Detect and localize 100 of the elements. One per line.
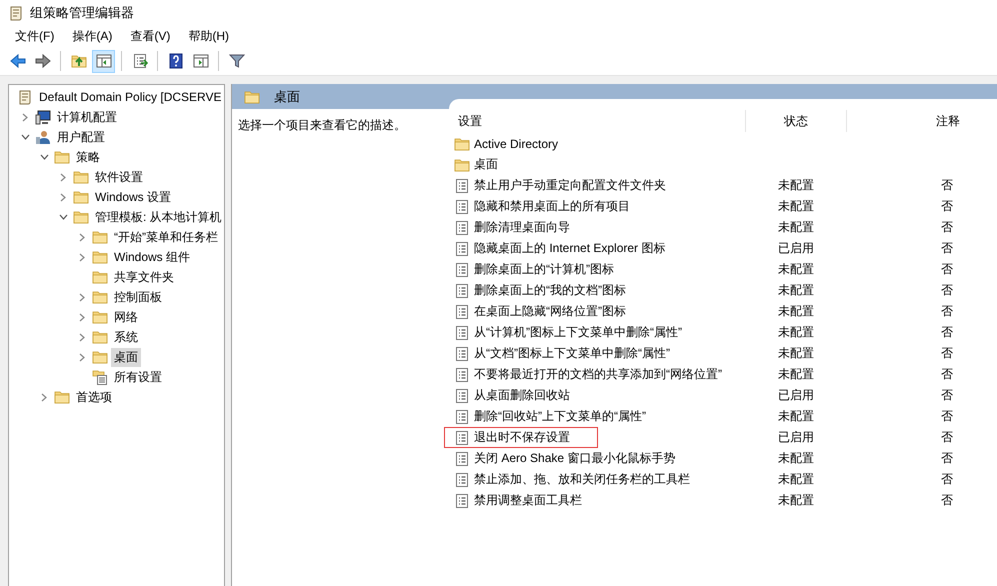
document-icon (454, 178, 470, 194)
document-icon (454, 492, 470, 508)
setting-comment: 否 (941, 493, 953, 507)
back-arrow-icon (10, 53, 26, 69)
folder-icon (454, 156, 470, 172)
chevron-down-icon[interactable] (20, 134, 30, 140)
setting-name[interactable]: 隐藏和禁用桌面上的所有项目 (474, 198, 630, 215)
menu-item[interactable]: 查看(V) (121, 28, 180, 45)
setting-name[interactable]: 不要将最近打开的文档的共享添加到“网络位置” (474, 366, 722, 383)
folder-icon (73, 169, 89, 185)
chevron-right-icon[interactable] (79, 232, 85, 242)
tree-item[interactable]: 用户配置 (54, 128, 108, 146)
folder-icon (92, 329, 108, 345)
document-icon (454, 388, 470, 404)
folder-icon (92, 229, 108, 245)
setting-comment: 否 (941, 283, 953, 297)
tree-item[interactable]: 首选项 (73, 388, 115, 406)
setting-name[interactable]: 删除清理桌面向导 (474, 219, 570, 236)
setting-comment: 否 (941, 430, 953, 444)
setting-comment: 否 (941, 346, 953, 360)
chevron-right-icon[interactable] (79, 252, 85, 262)
setting-name[interactable]: 从“文档”图标上下文菜单中删除“属性” (474, 345, 670, 362)
setting-name[interactable]: 从桌面删除回收站 (474, 387, 570, 404)
setting-state: 未配置 (778, 220, 814, 234)
tree-item[interactable]: “开始”菜单和任务栏 (111, 228, 221, 246)
chevron-right-icon[interactable] (79, 332, 85, 342)
setting-state: 未配置 (778, 262, 814, 276)
folder-icon (454, 136, 470, 152)
tree-item[interactable]: 共享文件夹 (111, 268, 177, 286)
chevron-down-icon[interactable] (40, 154, 48, 160)
document-icon (454, 262, 470, 278)
document-icon (454, 366, 470, 382)
setting-name[interactable]: 禁用调整桌面工具栏 (474, 492, 582, 509)
document-icon (454, 198, 470, 214)
column-header[interactable]: 注释 (936, 114, 960, 128)
tree-item[interactable]: 桌面 (111, 348, 141, 366)
setting-state: 未配置 (778, 346, 814, 360)
chevron-right-icon[interactable] (79, 292, 85, 302)
setting-name[interactable]: 在桌面上隐藏“网络位置”图标 (474, 303, 626, 320)
setting-state: 未配置 (778, 325, 814, 339)
chevron-right-icon[interactable] (41, 392, 47, 402)
chevron-right-icon[interactable] (60, 192, 66, 202)
setting-state: 未配置 (778, 283, 814, 297)
tree-item[interactable]: 所有设置 (111, 368, 165, 386)
tree-item[interactable]: 网络 (111, 308, 141, 326)
chevron-right-icon[interactable] (79, 352, 85, 362)
setting-state: 未配置 (778, 178, 814, 192)
chevron-down-icon[interactable] (58, 214, 68, 220)
tree-item[interactable]: 策略 (73, 148, 103, 166)
menu-item[interactable]: 文件(F) (6, 28, 64, 45)
setting-state: 已启用 (778, 430, 814, 444)
setting-state: 未配置 (778, 472, 814, 486)
setting-name[interactable]: 删除桌面上的“计算机”图标 (474, 261, 614, 278)
setting-name[interactable]: 关闭 Aero Shake 窗口最小化鼠标手势 (474, 450, 676, 467)
setting-name[interactable]: 删除桌面上的“我的文档”图标 (474, 282, 626, 299)
setting-name[interactable]: 删除“回收站”上下文菜单的“属性” (474, 408, 646, 425)
setting-name[interactable]: 桌面 (474, 156, 498, 173)
tree-item[interactable]: 控制面板 (111, 288, 165, 306)
description-text: 选择一个项目来查看它的描述。 (238, 118, 406, 132)
setting-name[interactable]: 禁止用户手动重定向配置文件文件夹 (474, 177, 666, 194)
setting-comment: 否 (941, 304, 953, 318)
chevron-right-icon[interactable] (60, 172, 66, 182)
chevron-right-icon[interactable] (22, 112, 28, 122)
tree-item[interactable]: 软件设置 (92, 168, 146, 186)
setting-name[interactable]: 禁止添加、拖、放和关闭任务栏的工具栏 (474, 471, 690, 488)
computer-icon (35, 109, 51, 125)
document-icon (454, 240, 470, 256)
setting-name[interactable]: Active Directory (474, 136, 558, 150)
setting-comment: 否 (941, 262, 953, 276)
document-icon (454, 450, 470, 466)
document-icon (454, 220, 470, 236)
setting-comment: 否 (941, 367, 953, 381)
tree-item[interactable]: Default Domain Policy [DCSERVE (36, 89, 224, 105)
chevron-right-icon[interactable] (79, 312, 85, 322)
setting-state: 已启用 (778, 241, 814, 255)
document-icon (454, 304, 470, 320)
setting-name[interactable]: 退出时不保存设置 (474, 429, 570, 446)
folder-icon (73, 209, 89, 225)
setting-name[interactable]: 从“计算机”图标上下文菜单中删除“属性” (474, 324, 682, 341)
tree-item[interactable]: Windows 组件 (111, 248, 194, 266)
filter-icon (228, 53, 244, 69)
folder-icon (92, 269, 108, 285)
tree-item[interactable]: Windows 设置 (92, 188, 174, 206)
column-header[interactable]: 状态 (784, 114, 808, 128)
setting-comment: 否 (941, 241, 953, 255)
menu-item[interactable]: 操作(A) (63, 28, 122, 45)
pane-title: 桌面 (274, 88, 300, 106)
setting-state: 未配置 (778, 199, 814, 213)
tree-item[interactable]: 系统 (111, 328, 141, 346)
setting-state: 未配置 (778, 304, 814, 318)
setting-name[interactable]: 隐藏桌面上的 Internet Explorer 图标 (474, 240, 666, 257)
tree-item[interactable]: 计算机配置 (54, 108, 120, 126)
setting-state: 未配置 (778, 367, 814, 381)
column-header[interactable]: 设置 (458, 112, 482, 130)
tree-item[interactable]: 管理模板: 从本地计算机 (92, 208, 224, 226)
setting-comment: 否 (941, 325, 953, 339)
folder-icon (92, 349, 108, 365)
toolbar-button[interactable] (92, 50, 115, 72)
setting-state: 未配置 (778, 493, 814, 507)
menu-item[interactable]: 帮助(H) (179, 28, 238, 45)
